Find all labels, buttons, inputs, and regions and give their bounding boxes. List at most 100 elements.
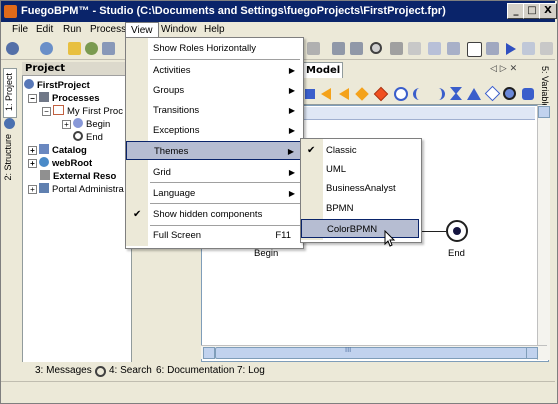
step-over-icon[interactable] xyxy=(350,42,363,55)
theme-item-colorbpmn[interactable]: ColorBPMN xyxy=(301,219,419,238)
theme-item-businessanalyst[interactable]: BusinessAnalyst xyxy=(301,179,419,198)
palette-end-icon[interactable] xyxy=(503,87,516,100)
tree-item-firstproject[interactable]: FirstProject xyxy=(24,79,124,92)
menu-item-exceptions[interactable]: Exceptions ▶ xyxy=(126,121,301,140)
menu-item-label: Transitions xyxy=(153,105,200,116)
menu-item-grid[interactable]: Grid ▶ xyxy=(126,163,301,182)
close-button[interactable]: X xyxy=(539,3,557,19)
tree-item-begin[interactable]: + Begin xyxy=(24,118,124,131)
menu-item-show-roles-horizontally[interactable]: Show Roles Horizontally xyxy=(126,39,301,58)
menu-item-full-screen[interactable]: Full Screen F11 xyxy=(126,226,301,245)
tree-item-label: Begin xyxy=(86,119,111,130)
palette-square-icon[interactable] xyxy=(305,89,315,99)
palette-bracket-left-icon[interactable] xyxy=(413,88,426,100)
tree-item-end[interactable]: End xyxy=(24,131,124,144)
vertical-scrollbar[interactable] xyxy=(537,105,550,360)
menu-item-groups[interactable]: Groups ▶ xyxy=(126,81,301,100)
menu-item-themes[interactable]: Themes ▶ xyxy=(126,141,301,160)
submenu-arrow-icon: ▶ xyxy=(287,147,294,156)
palette-left-arrow-icon[interactable] xyxy=(321,88,331,100)
tab-structure[interactable]: 2: Structure xyxy=(3,134,15,190)
menu-item-label: Exceptions xyxy=(153,125,200,136)
menu-view[interactable]: View xyxy=(125,22,159,38)
scroll-left-icon[interactable] xyxy=(203,347,215,359)
scroll-up-icon[interactable] xyxy=(538,106,550,118)
palette-triangle-icon[interactable] xyxy=(467,88,481,100)
menu-file[interactable]: File xyxy=(7,22,33,38)
grid-icon[interactable] xyxy=(486,42,499,55)
find-icon[interactable] xyxy=(370,42,382,54)
step-icon[interactable] xyxy=(332,42,345,55)
palette-left-arrow2-icon[interactable] xyxy=(339,88,349,100)
tree-item-external-resources[interactable]: External Reso xyxy=(24,170,124,183)
tab-messages[interactable]: 3: Messages xyxy=(35,362,92,380)
transition-line[interactable] xyxy=(420,231,446,232)
menu-item-language[interactable]: Language ▶ xyxy=(126,184,301,203)
tab-documentation[interactable]: 6: Documentation xyxy=(156,362,234,380)
back-icon[interactable] xyxy=(307,42,320,55)
theme-item-uml[interactable]: UML xyxy=(301,160,419,179)
structure-icon xyxy=(4,118,15,129)
copy-icon[interactable] xyxy=(428,42,441,55)
menu-item-label: Grid xyxy=(153,167,171,178)
menu-window[interactable]: Window xyxy=(156,22,202,38)
tab-model[interactable]: Model xyxy=(301,62,343,78)
checkmark-icon: ✔ xyxy=(307,145,316,156)
expand-icon[interactable]: + xyxy=(28,185,37,194)
run-icon[interactable] xyxy=(506,43,516,55)
tree-item-portal-administration[interactable]: + Portal Administra xyxy=(24,183,124,196)
settings-icon[interactable] xyxy=(6,42,19,55)
begin-node-icon xyxy=(73,118,83,128)
scroll-grip-icon: III xyxy=(345,346,352,354)
theme-item-bpmn[interactable]: BPMN xyxy=(301,199,419,218)
palette-circle-icon[interactable] xyxy=(394,87,408,101)
tree-item-webroot[interactable]: + webRoot xyxy=(24,157,124,170)
refresh-icon[interactable] xyxy=(68,42,81,55)
expand-icon[interactable]: + xyxy=(62,120,71,129)
replace-icon[interactable] xyxy=(390,42,403,55)
menu-item-label: Language xyxy=(153,188,196,199)
menu-item-label: Show hidden components xyxy=(153,209,263,220)
expand-icon[interactable]: + xyxy=(28,159,37,168)
submenu-arrow-icon: ▶ xyxy=(288,126,295,135)
palette-group-icon[interactable] xyxy=(522,88,534,100)
server-icon[interactable] xyxy=(102,42,115,55)
paste-icon[interactable] xyxy=(447,42,460,55)
collapse-icon[interactable]: − xyxy=(42,107,51,116)
globe-icon[interactable] xyxy=(40,42,53,55)
menu-item-label: Show Roles Horizontally xyxy=(153,43,256,54)
tab-search[interactable]: 4: Search xyxy=(109,362,152,380)
menu-item-activities[interactable]: Activities ▶ xyxy=(126,61,301,80)
tab-log[interactable]: 7: Log xyxy=(237,362,265,380)
cut-icon[interactable] xyxy=(408,42,421,55)
title-bar[interactable]: FuegoBPM™ - Studio (C:\Documents and Set… xyxy=(1,1,555,22)
horizontal-scroll-thumb[interactable] xyxy=(215,347,537,359)
end-node[interactable] xyxy=(446,220,468,242)
menu-item-transitions[interactable]: Transitions ▶ xyxy=(126,101,301,120)
scroll-right-icon[interactable] xyxy=(526,347,538,359)
tree-item-label: End xyxy=(86,132,103,143)
project-icon xyxy=(24,79,34,89)
deploy-icon[interactable] xyxy=(85,42,98,55)
collapse-icon[interactable]: − xyxy=(28,94,37,103)
tab-project[interactable]: 1: Project xyxy=(3,68,17,118)
tree-item-my-first-process[interactable]: − My First Proc xyxy=(24,105,124,118)
theme-item-label: BPMN xyxy=(326,203,354,214)
menu-edit[interactable]: Edit xyxy=(31,22,58,38)
editor-nav-arrows[interactable]: ◁ ▷ ✕ xyxy=(490,64,517,74)
debug-icon[interactable] xyxy=(522,42,535,55)
more-icon[interactable] xyxy=(540,42,553,55)
palette-bracket-right-icon[interactable] xyxy=(432,88,445,100)
mouse-cursor-icon xyxy=(384,230,396,247)
app-logo-icon xyxy=(4,5,17,18)
check-box-icon[interactable] xyxy=(467,42,482,57)
tree-item-label: FirstProject xyxy=(37,80,90,91)
menu-help[interactable]: Help xyxy=(199,22,230,38)
theme-item-classic[interactable]: ✔ Classic xyxy=(301,141,419,160)
menu-run[interactable]: Run xyxy=(58,22,86,38)
expand-icon[interactable]: + xyxy=(28,146,37,155)
menu-item-show-hidden-components[interactable]: ✔ Show hidden components xyxy=(126,205,301,224)
tree-item-catalog[interactable]: + Catalog xyxy=(24,144,124,157)
tree-item-processes[interactable]: − Processes xyxy=(24,92,124,105)
tab-structure-label: 2: Structure xyxy=(3,134,13,181)
